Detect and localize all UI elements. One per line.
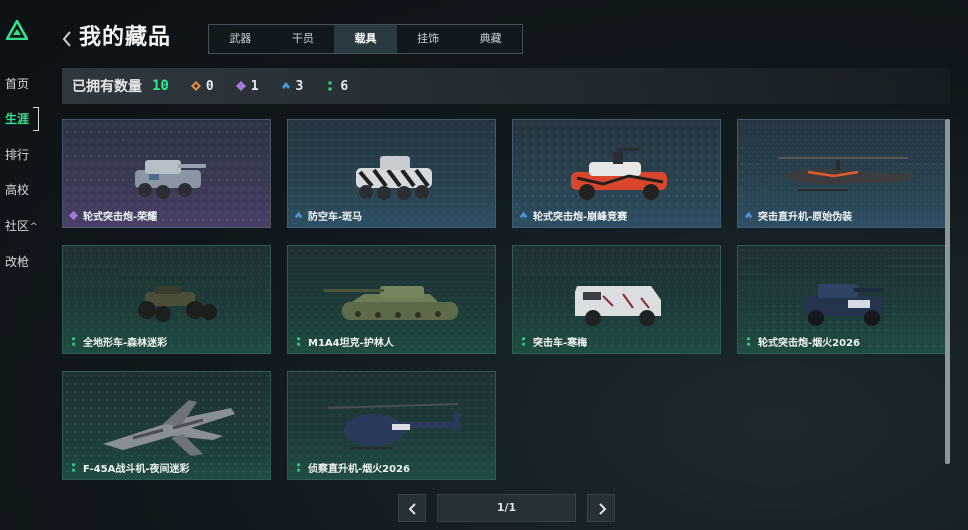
tab-charms[interactable]: 挂饰 [397, 25, 460, 53]
green-dots-icon [72, 337, 75, 346]
blue-chevron-icon [744, 211, 753, 219]
vehicle-card[interactable]: 防空车-斑马 [287, 119, 496, 228]
vehicle-card[interactable]: 突击直升机-原始伪装 [737, 119, 946, 228]
vehicle-name: F-45A战斗机-夜间迷彩 [83, 464, 190, 475]
green-dots-icon [297, 463, 300, 472]
chevron-right-icon [599, 503, 607, 515]
rarity-count-value: 1 [250, 78, 259, 94]
purple-diamond-icon [69, 211, 78, 220]
nav-item-home[interactable]: 首页 [5, 74, 29, 94]
vehicle-name: 轮式突击炮-荣耀 [83, 212, 158, 223]
rarity-count-blue: 3 [281, 78, 304, 94]
vehicle-name: 轮式突击炮-烟火2026 [758, 338, 860, 349]
fighter-jet-image [103, 400, 235, 456]
tab-weapons[interactable]: 武器 [209, 25, 272, 53]
tab-operators[interactable]: 干员 [272, 25, 335, 53]
vehicle-name: 突击直升机-原始伪装 [758, 212, 853, 223]
anti-air-vehicle-image [356, 156, 432, 200]
sidebar: 首页 生涯 排行 高校 社区^ 改枪 [0, 0, 48, 530]
green-dots-icon [328, 81, 332, 91]
purple-diamond-icon [235, 81, 246, 91]
tank-image [324, 286, 458, 320]
armored-car-image [575, 286, 661, 326]
caret-up-icon: ^ [30, 222, 38, 232]
vehicle-card[interactable]: 侦察直升机-烟火2026 [287, 371, 496, 480]
attack-helicopter-image [778, 157, 914, 191]
vehicle-card[interactable]: 全地形车-森林迷彩 [62, 245, 271, 354]
vehicle-name: 侦察直升机-烟火2026 [308, 464, 410, 475]
scout-helicopter-image [327, 403, 460, 449]
blue-chevron-icon [519, 211, 528, 219]
vehicle-name: 防空车-斑马 [308, 212, 363, 223]
nav-item-college[interactable]: 高校 [5, 180, 29, 200]
triangle-logo-icon[interactable] [6, 20, 28, 40]
vehicle-name: M1A4坦克-护林人 [308, 338, 394, 349]
rarity-count-value: 6 [340, 78, 349, 94]
vehicle-name: 轮式突击炮-崩峰竞赛 [533, 212, 628, 223]
blue-chevron-icon [294, 211, 303, 219]
vehicle-card[interactable]: 突击车-寒梅 [512, 245, 721, 354]
rarity-count-value: 0 [205, 78, 214, 94]
wheeled-assault-gun-red-image [571, 148, 667, 200]
owned-count-total: 10 [152, 78, 169, 94]
wheeled-assault-gun-image [135, 160, 206, 199]
vehicle-name: 突击车-寒梅 [533, 338, 588, 349]
green-dots-icon [522, 337, 525, 346]
rarity-count-green: 6 [325, 79, 348, 94]
wheeled-assault-gun-dark-image [804, 284, 884, 326]
page-title: 我的藏品 [79, 25, 172, 50]
vehicle-card[interactable]: M1A4坦克-护林人 [287, 245, 496, 354]
vehicle-card[interactable]: 轮式突击炮-烟火2026 [737, 245, 946, 354]
vehicle-card[interactable]: 轮式突击炮-荣耀 [62, 119, 271, 228]
grid-scrollbar[interactable] [945, 119, 950, 464]
active-indicator [33, 107, 39, 131]
vehicle-name: 全地形车-森林迷彩 [83, 338, 168, 349]
next-page-button[interactable] [587, 494, 615, 522]
page-indicator: 1/1 [437, 494, 576, 522]
vehicle-grid: 轮式突击炮-荣耀 防空车-斑马 轮式突击炮-崩峰竞赛 突击直升机-原始伪装 全地… [62, 119, 948, 481]
nav-item-gunsmith[interactable]: 改枪 [5, 252, 29, 272]
blue-chevron-icon [281, 82, 290, 89]
chevron-left-icon [408, 503, 416, 515]
vehicle-card[interactable]: F-45A战斗机-夜间迷彩 [62, 371, 271, 480]
green-dots-icon [297, 337, 300, 346]
nav-item-community-label: 社区 [5, 219, 30, 233]
category-tabs: 武器 干员 载具 挂饰 典藏 [208, 24, 523, 54]
rarity-count-value: 3 [295, 78, 304, 94]
atv-image [138, 286, 217, 322]
owned-count-bar: 已拥有数量 10 0 1 3 6 [62, 68, 950, 104]
prev-page-button[interactable] [398, 494, 426, 522]
rarity-count-orange: 0 [190, 78, 214, 94]
nav-item-community[interactable]: 社区^ [5, 216, 38, 236]
tab-collection[interactable]: 典藏 [459, 25, 522, 53]
chevron-left-icon[interactable] [60, 28, 74, 50]
green-dots-icon [72, 463, 75, 472]
vehicle-card[interactable]: 轮式突击炮-崩峰竞赛 [512, 119, 721, 228]
owned-count-label: 已拥有数量 [72, 79, 142, 95]
nav-item-career[interactable]: 生涯 [5, 109, 29, 129]
tab-vehicles[interactable]: 载具 [334, 25, 397, 53]
green-dots-icon [747, 337, 750, 346]
nav-item-ranking[interactable]: 排行 [5, 145, 29, 165]
rarity-count-purple: 1 [235, 78, 259, 94]
orange-diamond-icon [190, 81, 201, 91]
scrollbar-thumb[interactable] [945, 119, 950, 464]
